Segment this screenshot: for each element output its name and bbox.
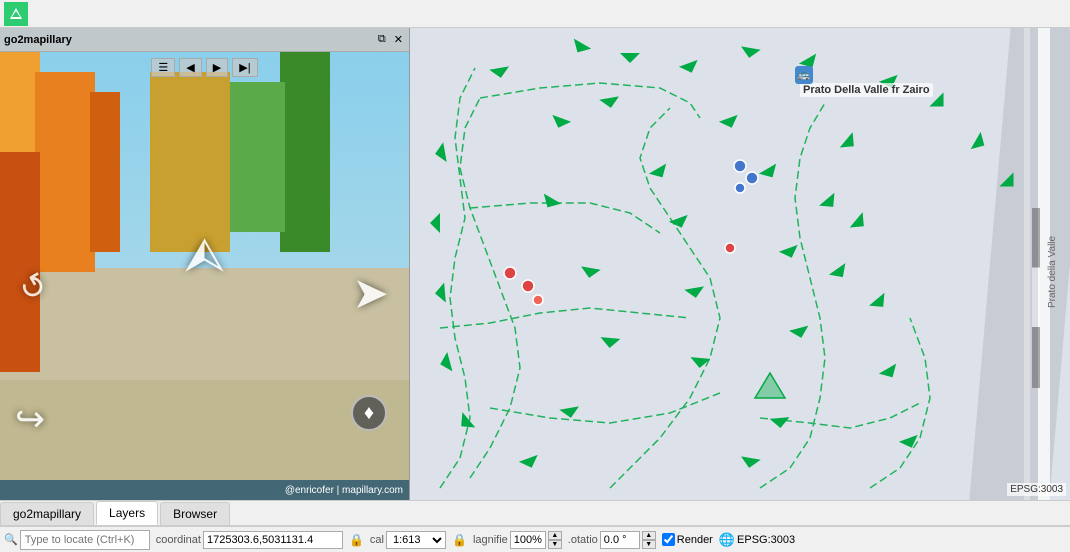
sv-prev-button[interactable]: ◀ [179,58,201,77]
sv-restore-button[interactable]: ⧉ [376,33,388,46]
render-checkbox[interactable] [662,533,675,546]
rotation-down[interactable]: ▼ [642,540,656,549]
scale-item: cal 1:613 1:1000 1:5000 [370,531,446,549]
app-icon [4,2,28,26]
street-view-titlebar: go2mapillary ⧉ ✕ [0,28,409,52]
coordinate-item: coordinat [156,531,343,549]
map-panel[interactable]: Prato Della Valle fr Zairo 🚌 Prato della… [410,28,1070,500]
sv-close-button[interactable]: ✕ [392,33,405,46]
search-input[interactable] [20,530,150,550]
sv-compass-arrow: ♦ [364,402,374,425]
tab-go2mapillary[interactable]: go2mapillary [0,502,94,525]
top-toolbar [0,0,1070,28]
map-scale-bar [1032,208,1040,388]
sv-attribution: @enricofer | mapillary.com [0,480,409,500]
magnifier-input[interactable] [510,531,546,549]
sv-title: go2mapillary [4,34,72,46]
magnifier-item: lagnifie ▲ ▼ [473,531,562,549]
status-bar: 🔍 coordinat 🔒 cal 1:613 1:1000 1:5000 🔒 … [0,526,1070,552]
sv-nav-controls: ☰ ◀ ▶ ▶| [0,58,409,77]
sv-play-button[interactable]: ▶ [206,58,228,77]
street-view-panel: go2mapillary ⧉ ✕ ☰ ◀ ▶ ▶| ⮙ ↺ ➤ ↩ ♦ @enr… [0,28,410,500]
map-road-label: Prato della Valle [1047,108,1058,308]
sv-title-controls: ⧉ ✕ [376,33,405,46]
magnifier-up[interactable]: ▲ [548,531,562,540]
sv-right-arrow[interactable]: ➤ [352,268,389,319]
tab-browser[interactable]: Browser [160,502,230,525]
magnifier-down[interactable]: ▼ [548,540,562,549]
lock2-icon: 🔒 [452,533,467,547]
rotation-up[interactable]: ▲ [642,531,656,540]
map-bus-stop: 🚌 [795,66,813,84]
globe-icon: 🌐 [719,532,735,548]
magnifier-spinner: ▲ ▼ [548,531,562,549]
rotation-item: .otatio ▲ ▼ [568,531,656,549]
search-icon: 🔍 [4,533,18,546]
epsg-badge: EPSG:3003 [1007,483,1066,496]
tab-layers[interactable]: Layers [96,501,158,525]
rotation-input[interactable] [600,531,640,549]
scale-select[interactable]: 1:613 1:1000 1:5000 [386,531,446,549]
sv-compass: ♦ [349,395,389,445]
lock-icon: 🔒 [349,533,364,547]
epsg-status-item: 🌐 EPSG:3003 [719,532,795,548]
bottom-tabs: go2mapillary Layers Browser [0,500,1070,526]
search-item: 🔍 [4,530,150,550]
map-canvas: Prato Della Valle fr Zairo 🚌 Prato della… [410,28,1070,500]
sv-menu-button[interactable]: ☰ [151,58,175,77]
sv-end-button[interactable]: ▶| [232,58,257,77]
main-area: go2mapillary ⧉ ✕ ☰ ◀ ▶ ▶| ⮙ ↺ ➤ ↩ ♦ @enr… [0,28,1070,500]
sv-compass-circle: ♦ [351,395,387,431]
rotation-spinner: ▲ ▼ [642,531,656,549]
sv-return-arrow[interactable]: ↩ [15,398,45,440]
render-item: Render [662,533,713,546]
map-place-label: Prato Della Valle fr Zairo [800,83,933,97]
coordinate-input[interactable] [203,531,343,549]
sv-forward-arrow[interactable]: ⮙ [184,228,225,284]
